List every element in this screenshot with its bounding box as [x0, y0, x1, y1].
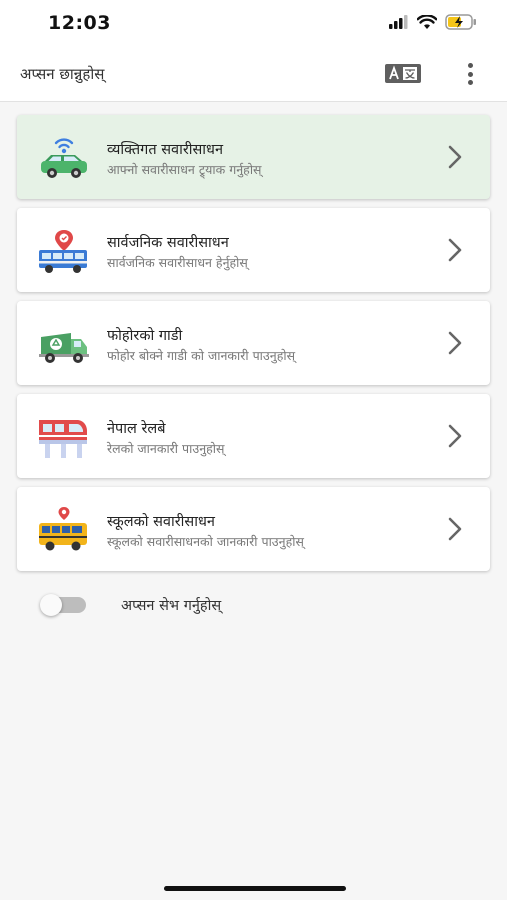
chevron-right-icon — [448, 145, 462, 169]
save-option-toggle[interactable] — [40, 594, 86, 616]
page-title: अप्सन छान्नुहोस् — [20, 65, 105, 83]
status-bar: 12:03 — [0, 0, 507, 48]
option-public-vehicle[interactable]: सार्वजनिक सवारीसाधन सार्वजनिक सवारीसाधन … — [17, 208, 490, 292]
chevron-right-icon — [448, 331, 462, 355]
option-title: व्यक्तिगत सवारीसाधन — [107, 142, 224, 158]
option-garbage-vehicle[interactable]: फोहोरको गाडी फोहोर बोक्ने गाडी को जानकार… — [17, 301, 490, 385]
option-title: सार्वजनिक सवारीसाधन — [107, 235, 229, 251]
chevron-right-icon — [448, 424, 462, 448]
save-option-row: अप्सन सेभ गर्नुहोस् — [40, 590, 222, 620]
option-personal-vehicle[interactable]: व्यक्तिगत सवारीसाधन आफ्नो सवारीसाधन ट्र्… — [17, 115, 490, 199]
option-title: फोहोरको गाडी — [107, 328, 183, 344]
option-subtitle: फोहोर बोक्ने गाडी को जानकारी पाउनुहोस् — [107, 348, 296, 363]
chevron-right-icon — [448, 517, 462, 541]
signal-icon — [389, 15, 408, 29]
option-school-vehicle[interactable]: स्कूलको सवारीसाधन स्कूलको सवारीसाधनको जा… — [17, 487, 490, 571]
status-icons — [389, 14, 477, 30]
option-list: व्यक्तिगत सवारीसाधन आफ्नो सवारीसाधन ट्र्… — [17, 115, 490, 580]
more-vertical-icon — [467, 63, 473, 68]
option-title: नेपाल रेलबे — [107, 421, 166, 437]
save-option-label: अप्सन सेभ गर्नुहोस् — [121, 598, 222, 614]
status-time: 12:03 — [48, 12, 111, 34]
option-subtitle: सार्वजनिक सवारीसाधन हेर्नुहोस् — [107, 255, 248, 270]
option-title: स्कूलको सवारीसाधन — [107, 514, 215, 530]
public-bus-icon — [39, 230, 87, 273]
garbage-truck-icon — [39, 333, 89, 363]
more-options-button[interactable] — [463, 61, 477, 87]
chevron-right-icon — [448, 238, 462, 262]
option-subtitle: रेलको जानकारी पाउनुहोस् — [107, 441, 225, 456]
option-subtitle: आफ्नो सवारीसाधन ट्र्याक गर्नुहोस् — [107, 162, 262, 177]
translate-icon — [385, 64, 421, 83]
home-indicator[interactable] — [164, 886, 346, 891]
wifi-icon — [417, 14, 437, 29]
option-nepal-railway[interactable]: नेपाल रेलबे रेलको जानकारी पाउनुहोस् — [17, 394, 490, 478]
car-tracking-icon — [41, 138, 87, 178]
school-bus-icon — [39, 507, 87, 551]
battery-charging-icon — [445, 14, 476, 30]
option-subtitle: स्कूलको सवारीसाधनको जानकारी पाउनुहोस् — [107, 534, 304, 549]
train-icon — [39, 420, 87, 458]
toggle-knob — [40, 594, 62, 616]
app-bar: अप्सन छान्नुहोस् — [0, 48, 507, 102]
translate-button[interactable] — [385, 63, 421, 85]
